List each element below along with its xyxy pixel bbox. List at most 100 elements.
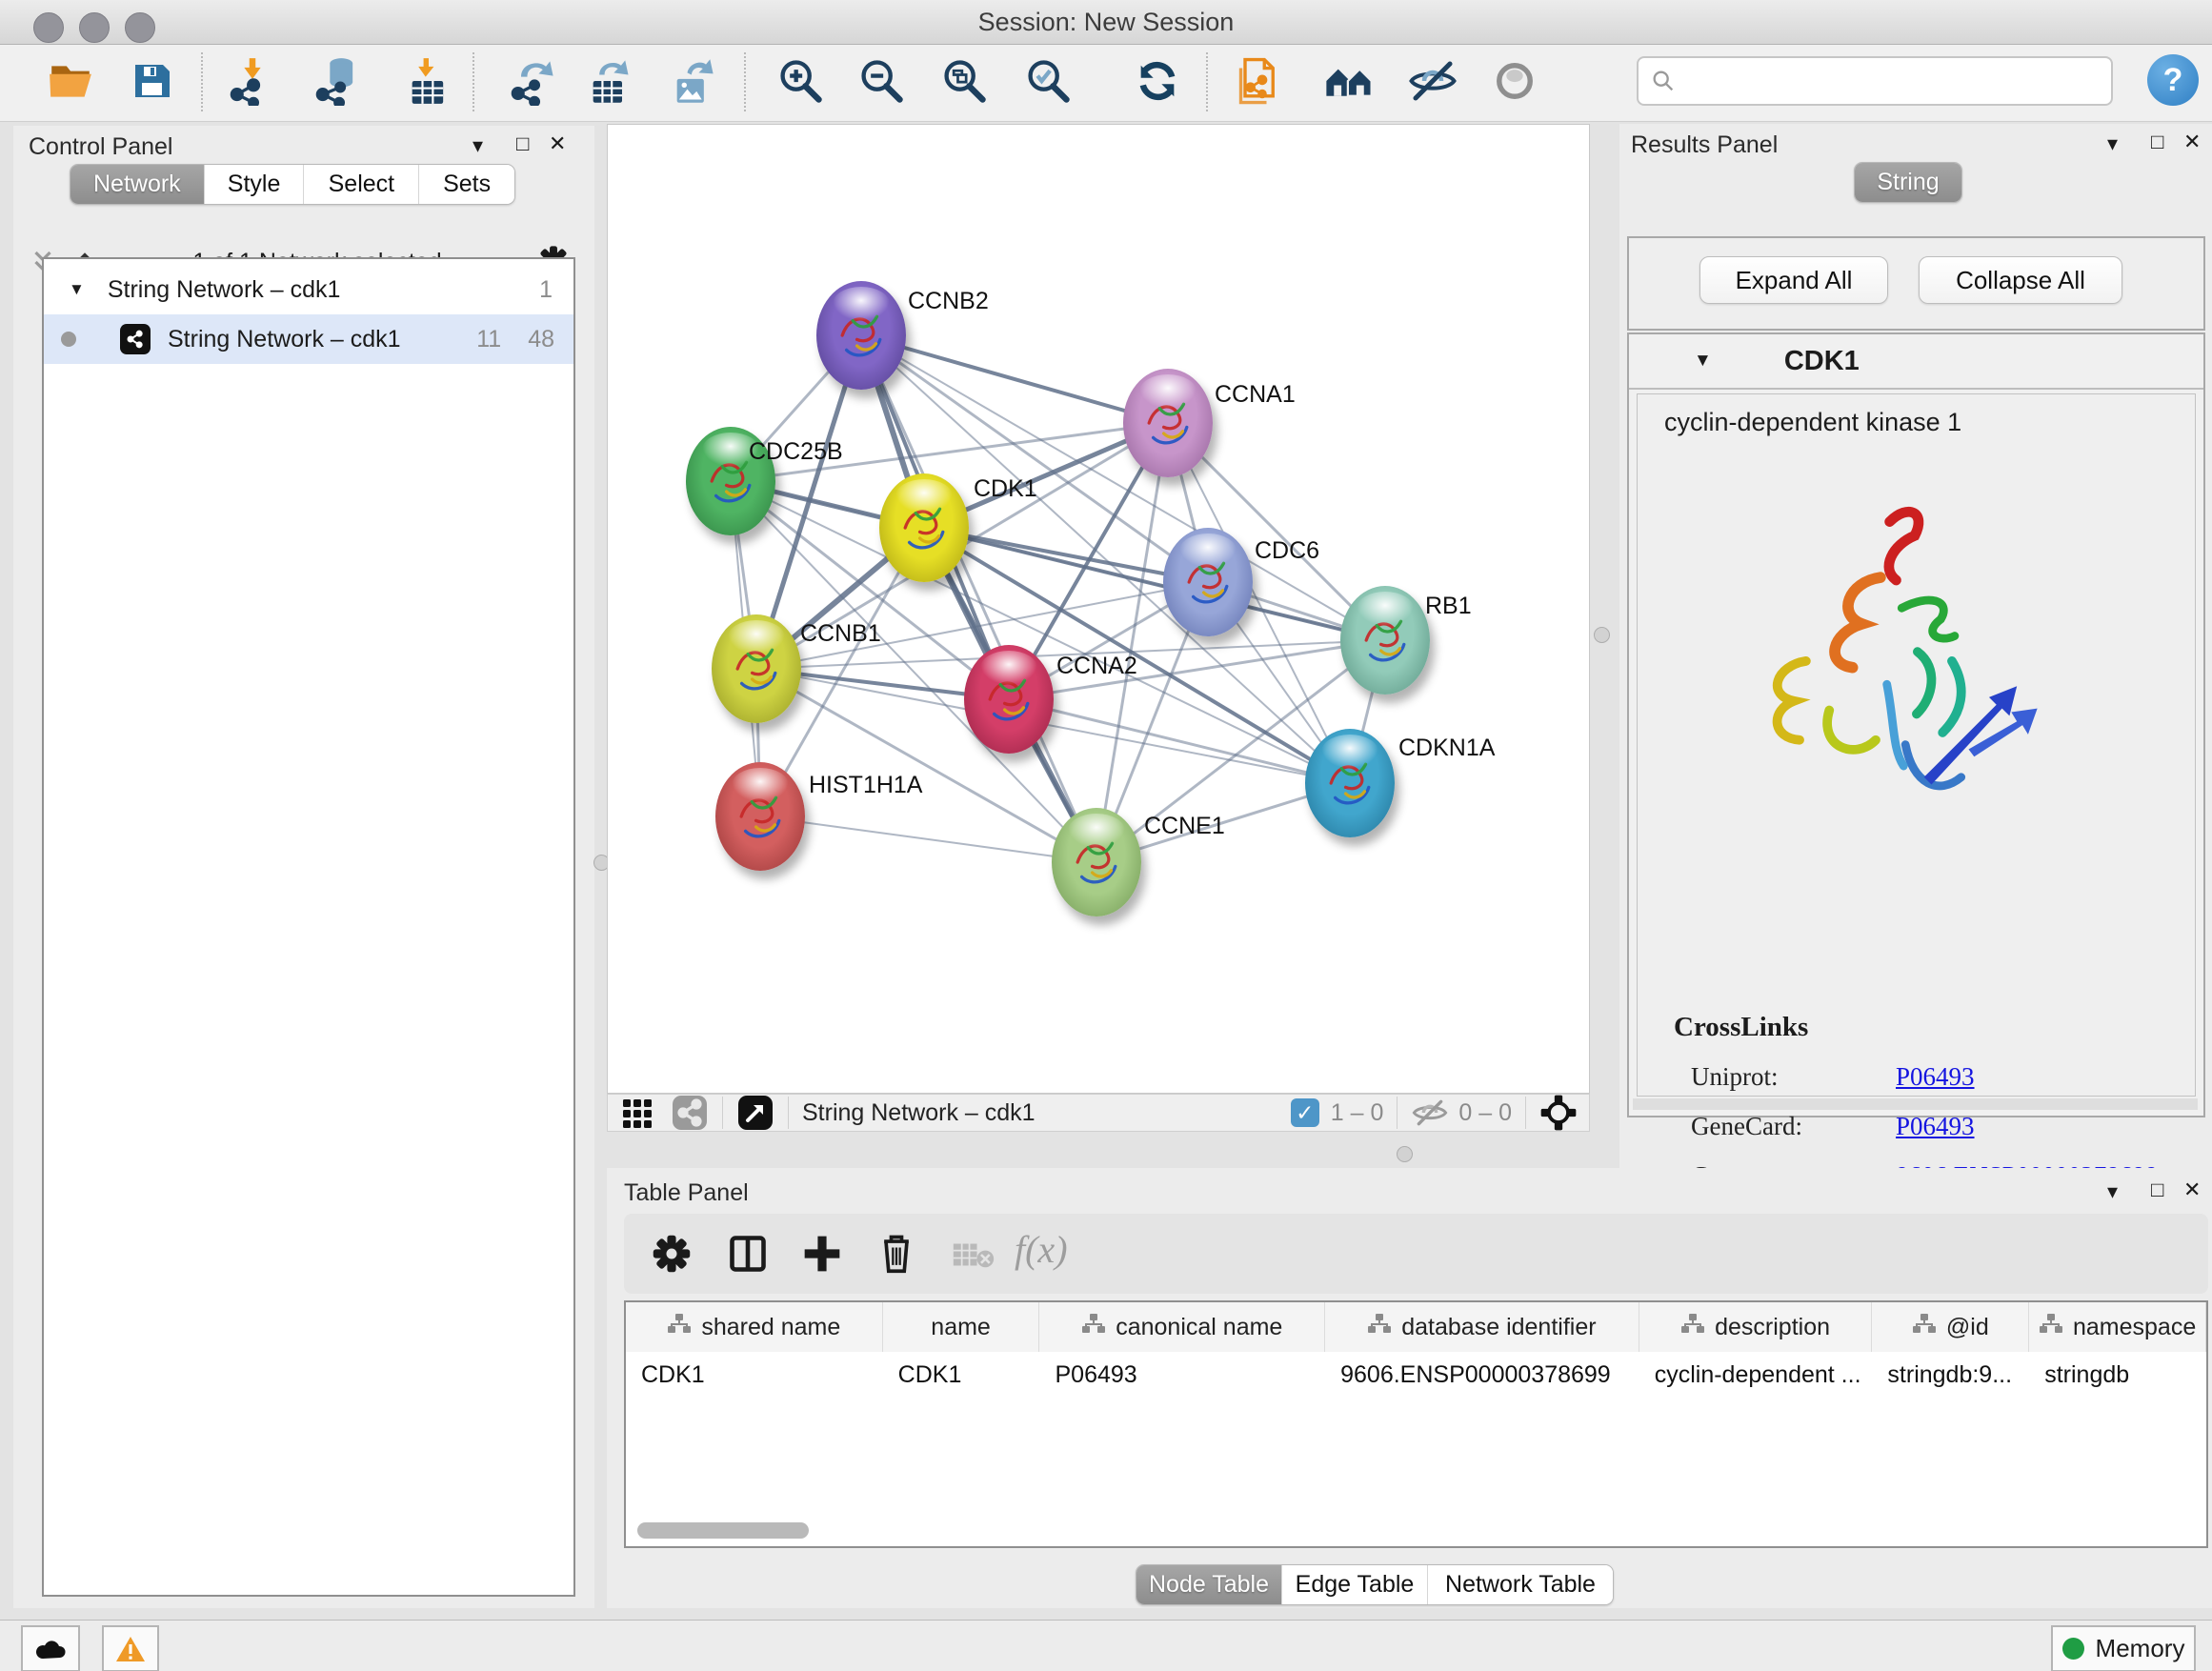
entry-body: cyclin-dependent kinase 1 [1637,393,2196,1097]
column-header-canonical-name[interactable]: canonical name [1039,1302,1325,1352]
tab-sets[interactable]: Sets [418,165,514,204]
import-string-network-icon[interactable] [1236,54,1289,108]
network-canvas[interactable]: CCNB2CCNA1CDC25BCDK1CDC6RB1CCNB1CCNA2CDK… [607,124,1590,1094]
network-collection-row[interactable]: ▼ String Network – cdk1 1 [44,265,573,314]
network-node-cdc6[interactable] [1163,528,1253,636]
import-network-file-icon[interactable] [226,54,279,108]
delete-table-icon[interactable] [952,1240,995,1269]
results-scrollbar-track[interactable] [1633,1098,2198,1110]
table-row[interactable]: CDK1CDK1P064939606.ENSP00000378699cyclin… [626,1352,2206,1398]
panel-float-icon[interactable]: □ [2151,130,2163,154]
panel-menu-icon[interactable]: ▾ [2107,131,2118,156]
memory-button[interactable]: Memory [2051,1625,2196,1671]
selected-checkbox-icon[interactable]: ✓ [1291,1098,1319,1127]
collection-count: 1 [539,276,553,304]
sitemap-icon [1367,1313,1392,1342]
crosslink-link[interactable]: P06493 [1896,1112,1975,1141]
global-search-field[interactable] [1637,56,2113,106]
refresh-view-icon[interactable] [1131,54,1184,108]
help-button[interactable]: ? [2147,54,2199,106]
split-column-icon[interactable] [727,1233,769,1275]
network-node-ccnb2[interactable] [816,281,906,390]
table-cell[interactable]: stringdb:9... [1872,1352,2029,1398]
hidden-count: 0 – 0 [1458,1099,1512,1127]
hidden-eye-slash-icon[interactable] [1411,1097,1449,1129]
panel-menu-icon[interactable]: ▾ [473,133,483,158]
table-cell[interactable]: CDK1 [626,1352,883,1398]
entry-collapse-triangle-icon[interactable]: ▼ [1694,351,1712,372]
collapse-triangle-icon[interactable]: ▼ [69,280,85,299]
network-row-selected[interactable]: String Network – cdk1 11 48 [44,314,573,364]
right-splitter-handle[interactable] [1594,627,1610,643]
table-cell[interactable]: cyclin-dependent ... [1639,1352,1873,1398]
warning-button[interactable] [102,1625,159,1671]
table-settings-gear-icon[interactable] [651,1233,693,1275]
function-builder-icon[interactable]: f(x) [1015,1227,1068,1272]
panel-float-icon[interactable]: □ [516,131,529,156]
tab-network-table[interactable]: Network Table [1427,1565,1613,1604]
column-header-description[interactable]: description [1639,1302,1873,1352]
network-node-ccna1[interactable] [1123,369,1213,477]
horizontal-splitter-handle[interactable] [1397,1146,1413,1162]
open-session-icon[interactable] [44,54,97,108]
zoom-in-icon[interactable] [774,54,827,108]
toolbar-separator [473,52,474,111]
column-header-label: @id [1946,1314,1989,1341]
tab-edge-table[interactable]: Edge Table [1281,1565,1427,1604]
network-node-rb1[interactable] [1340,586,1430,695]
tab-network[interactable]: Network [70,165,204,204]
fit-selected-crosshair-icon[interactable] [1539,1094,1578,1132]
panel-close-icon[interactable]: ✕ [549,131,566,156]
crosslink-label: Uniprot: [1691,1062,1896,1092]
column-header-name[interactable]: name [883,1302,1040,1352]
panel-close-icon[interactable]: ✕ [2183,130,2201,154]
export-table-icon[interactable] [583,54,636,108]
column-header-shared-name[interactable]: shared name [626,1302,883,1352]
column-header-label: namespace [2073,1314,2196,1341]
panel-float-icon[interactable]: □ [2151,1178,2163,1202]
column-header-label: shared name [701,1314,840,1341]
table-cell[interactable]: CDK1 [883,1352,1040,1398]
tab-style[interactable]: Style [204,165,304,204]
collapse-all-button[interactable]: Collapse All [1919,256,2122,304]
open-in-window-icon[interactable] [736,1094,774,1132]
import-table-file-icon[interactable] [402,54,455,108]
tab-string[interactable]: String [1855,163,1961,202]
table-cell[interactable]: stringdb [2029,1352,2206,1398]
table-cell[interactable]: 9606.ENSP00000378699 [1325,1352,1639,1398]
export-network-icon[interactable] [507,54,560,108]
export-image-icon[interactable] [667,54,720,108]
share-network-icon[interactable] [671,1094,709,1132]
tab-select[interactable]: Select [303,165,418,204]
table-cell[interactable]: P06493 [1039,1352,1325,1398]
crosslink-link[interactable]: P06493 [1896,1062,1975,1092]
hide-glass-eye-slash-icon[interactable] [1406,54,1459,108]
zoom-selected-icon[interactable] [1021,54,1075,108]
network-node-hist1h1a[interactable] [715,762,805,871]
network-node-cdk1[interactable] [879,473,969,582]
column-header-database-identifier[interactable]: database identifier [1325,1302,1639,1352]
entry-header[interactable]: ▼ CDK1 [1629,334,2203,390]
network-node-cdkn1a[interactable] [1305,729,1395,837]
houses-icon[interactable] [1322,54,1376,108]
network-node-ccne1[interactable] [1052,808,1141,916]
panel-menu-icon[interactable]: ▾ [2107,1179,2118,1204]
delete-column-icon[interactable] [875,1231,917,1275]
cloud-button[interactable] [21,1625,80,1671]
network-node-ccnb1[interactable] [712,614,801,723]
column-header-@id[interactable]: @id [1872,1302,2029,1352]
grid-view-icon[interactable] [621,1096,655,1130]
network-node-ccna2[interactable] [964,645,1054,754]
column-header-namespace[interactable]: namespace [2029,1302,2206,1352]
table-horizontal-scrollbar[interactable] [637,1522,809,1539]
show-glass-eye-icon[interactable] [1488,54,1541,108]
network-type-icon [120,324,151,354]
panel-close-icon[interactable]: ✕ [2183,1178,2201,1202]
tab-node-table[interactable]: Node Table [1136,1565,1281,1604]
zoom-out-icon[interactable] [855,54,908,108]
expand-all-button[interactable]: Expand All [1699,256,1888,304]
import-network-database-icon[interactable] [312,54,365,108]
save-session-icon[interactable] [125,54,178,108]
add-column-icon[interactable] [801,1233,843,1275]
zoom-fit-content-icon[interactable] [937,54,991,108]
